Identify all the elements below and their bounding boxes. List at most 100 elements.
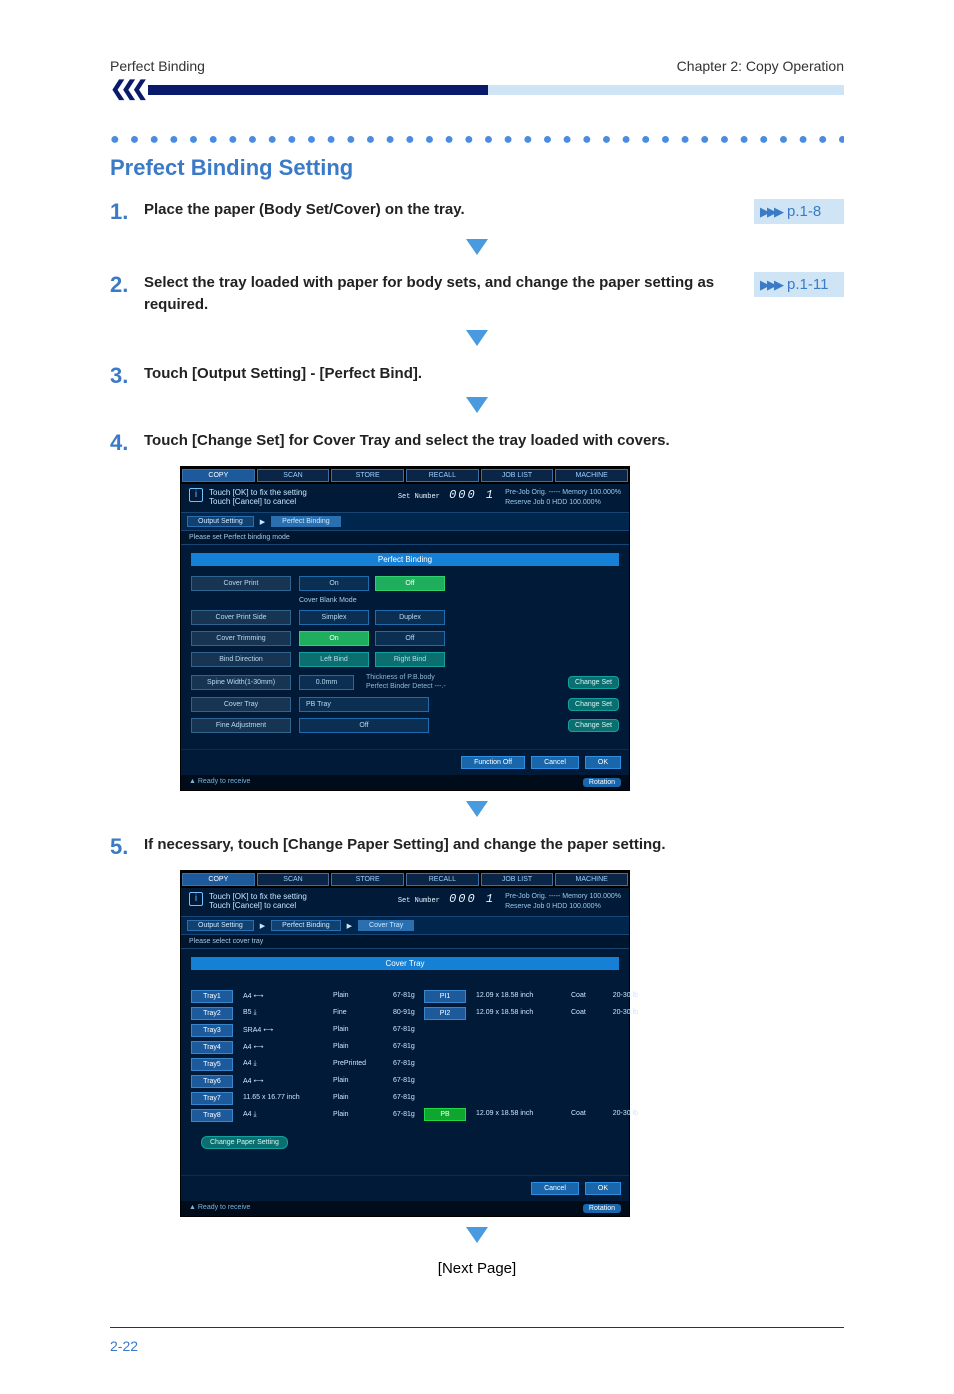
info-text: Touch [OK] to fix the setting Touch [Can… (209, 892, 307, 912)
tray-button[interactable]: Tray6 (191, 1075, 233, 1088)
arrow-right-icon: ▶▶▶ (760, 204, 781, 220)
crumb-output[interactable]: Output Setting (187, 516, 254, 527)
dot-divider: ●●●●●●●●●●●●●●●●●●●●●●●●●●●●●●●●●●●●●●●●… (110, 131, 844, 149)
lbl-cover-print: Cover Print (191, 576, 291, 591)
subhead: Please select cover tray (181, 935, 629, 949)
tab-recall[interactable]: RECALL (406, 873, 479, 886)
val-cover-tray: PB Tray (299, 697, 429, 712)
val-fine-adjust: Off (299, 718, 429, 733)
set-number: Set Number 000 1 (307, 892, 505, 912)
tab-machine[interactable]: MACHINE (555, 469, 628, 482)
btn-off[interactable]: Off (375, 576, 445, 591)
flow-arrow-icon (110, 330, 844, 353)
status-text: ▲ Ready to receive (189, 1204, 250, 1213)
btn-right-bind[interactable]: Right Bind (375, 652, 445, 667)
thickness-info: Thickness of P.B.body Perfect Binder Det… (366, 673, 446, 691)
btn-left-bind[interactable]: Left Bind (299, 652, 369, 667)
ok-button[interactable]: OK (585, 756, 621, 769)
step-number: 4. (110, 430, 144, 456)
info-text: Touch [OK] to fix the setting Touch [Can… (209, 488, 307, 508)
step-number: 5. (110, 834, 144, 860)
lbl-print-side: Cover Print Side (191, 610, 291, 625)
lbl-spine-width: Spine Width(1-30mm) (191, 675, 291, 690)
set-number: Set Number 000 1 (307, 488, 505, 508)
info-icon: i (189, 892, 203, 906)
section-title: Prefect Binding Setting (110, 155, 844, 181)
arrow-right-icon: ▶▶▶ (760, 277, 781, 293)
panel-title: Perfect Binding (191, 553, 619, 566)
tab-machine[interactable]: MACHINE (555, 873, 628, 886)
lbl-cover-trimming: Cover Trimming (191, 631, 291, 646)
step-text: Touch [Change Set] for Cover Tray and se… (144, 430, 844, 452)
pb-button[interactable]: PB (424, 1108, 466, 1121)
tray-button[interactable]: Tray1 (191, 990, 233, 1003)
memory-status: Pre-Job Orig. ----- Memory 100.000% Rese… (505, 892, 621, 912)
step-number: 1. (110, 199, 144, 225)
page-ref-link[interactable]: ▶▶▶ p.1-8 (754, 199, 844, 224)
header-left: Perfect Binding (110, 58, 205, 74)
btn-on[interactable]: On (299, 576, 369, 591)
pi-button[interactable]: PI2 (424, 1007, 466, 1020)
pi-button[interactable]: PI1 (424, 990, 466, 1003)
flow-arrow-icon (110, 1227, 844, 1250)
tray-button[interactable]: Tray4 (191, 1041, 233, 1054)
cancel-button[interactable]: Cancel (531, 756, 579, 769)
lbl-cover-tray: Cover Tray (191, 697, 291, 712)
tab-copy[interactable]: COPY (182, 873, 255, 886)
change-set-button[interactable]: Change Set (568, 719, 619, 732)
change-paper-setting-button[interactable]: Change Paper Setting (201, 1136, 288, 1149)
tab-scan[interactable]: SCAN (257, 469, 330, 482)
subhead: Please set Perfect binding mode (181, 531, 629, 545)
tab-recall[interactable]: RECALL (406, 469, 479, 482)
chevron-left-icon: ❮❮❮ (110, 76, 142, 101)
tab-joblist[interactable]: JOB LIST (481, 873, 554, 886)
tray-button[interactable]: Tray3 (191, 1024, 233, 1037)
tray-button[interactable]: Tray8 (191, 1109, 233, 1122)
tab-store[interactable]: STORE (331, 873, 404, 886)
flow-arrow-icon (110, 397, 844, 420)
step-text: If necessary, touch [Change Paper Settin… (144, 834, 844, 856)
flow-arrow-icon (110, 801, 844, 824)
crumb-perfect-binding[interactable]: Perfect Binding (271, 920, 340, 931)
btn-off[interactable]: Off (375, 631, 445, 646)
tray-button[interactable]: Tray5 (191, 1058, 233, 1071)
step-number: 2. (110, 272, 144, 298)
flow-arrow-icon (110, 239, 844, 262)
tray-button[interactable]: Tray7 (191, 1092, 233, 1105)
val-spine-width[interactable]: 0.0mm (299, 675, 354, 690)
btn-simplex[interactable]: Simplex (299, 610, 369, 625)
screenshot-panel: COPY SCAN STORE RECALL JOB LIST MACHINE … (180, 870, 630, 1217)
status-text: ▲ Ready to receive (189, 778, 250, 787)
header-divider: ❮❮❮ (110, 78, 844, 101)
page-ref-link[interactable]: ▶▶▶ p.1-11 (754, 272, 844, 297)
cancel-button[interactable]: Cancel (531, 1182, 579, 1195)
tab-joblist[interactable]: JOB LIST (481, 469, 554, 482)
breadcrumb: Output Setting ▶ Perfect Binding ▶ Cover… (181, 917, 629, 935)
breadcrumb: Output Setting ▶ Perfect Binding (181, 513, 629, 531)
step-number: 3. (110, 363, 144, 389)
tray-button[interactable]: Tray2 (191, 1007, 233, 1020)
step-text: Touch [Output Setting] - [Perfect Bind]. (144, 363, 844, 385)
next-page-label: [Next Page] (110, 1260, 844, 1277)
header-right: Chapter 2: Copy Operation (677, 58, 844, 74)
sublabel-cover-blank: Cover Blank Mode (299, 597, 357, 604)
step-text: Select the tray loaded with paper for bo… (144, 272, 754, 316)
ok-button[interactable]: OK (585, 1182, 621, 1195)
step-text: Place the paper (Body Set/Cover) on the … (144, 199, 754, 221)
change-set-button[interactable]: Change Set (568, 698, 619, 711)
panel-title: Cover Tray (191, 957, 619, 970)
tab-scan[interactable]: SCAN (257, 873, 330, 886)
info-icon: i (189, 488, 203, 502)
crumb-cover-tray[interactable]: Cover Tray (358, 920, 414, 931)
rotation-badge[interactable]: Rotation (583, 778, 621, 787)
crumb-perfect-binding[interactable]: Perfect Binding (271, 516, 340, 527)
change-set-button[interactable]: Change Set (568, 676, 619, 689)
btn-duplex[interactable]: Duplex (375, 610, 445, 625)
tab-copy[interactable]: COPY (182, 469, 255, 482)
function-off-button[interactable]: Function Off (461, 756, 525, 769)
rotation-badge[interactable]: Rotation (583, 1204, 621, 1213)
crumb-output[interactable]: Output Setting (187, 920, 254, 931)
tab-store[interactable]: STORE (331, 469, 404, 482)
memory-status: Pre-Job Orig. ----- Memory 100.000% Rese… (505, 488, 621, 508)
btn-on[interactable]: On (299, 631, 369, 646)
